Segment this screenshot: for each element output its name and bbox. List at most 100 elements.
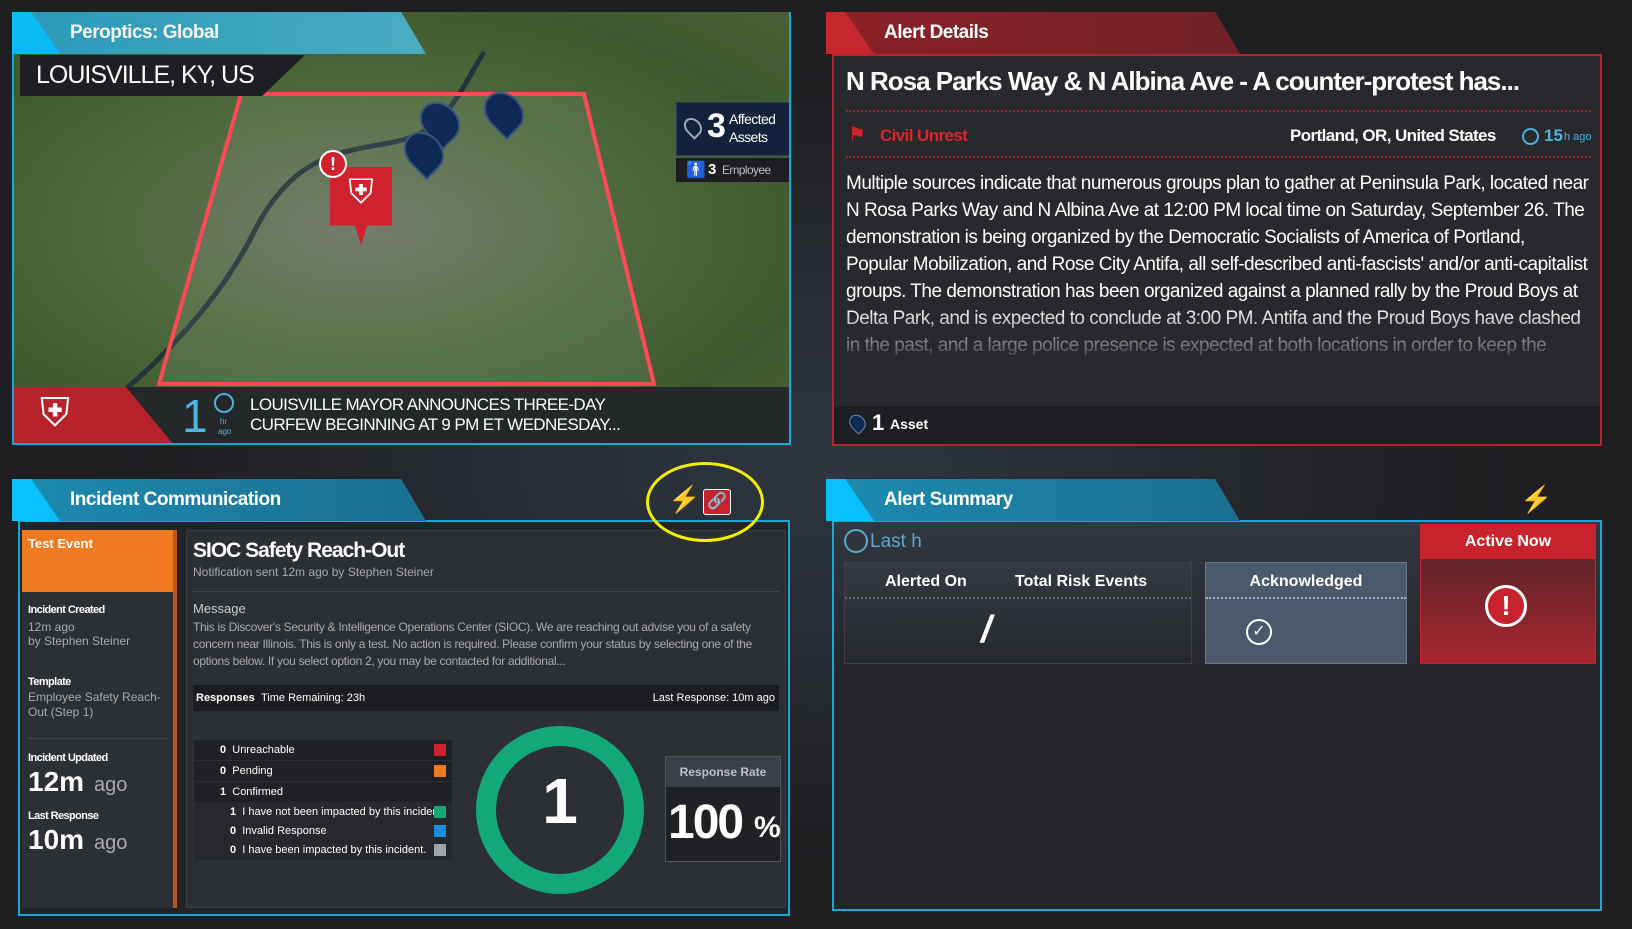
news-time-unit: hr [220, 417, 228, 426]
response-color-swatch [434, 844, 446, 856]
column-header-alerted-on: Alerted On [885, 573, 967, 590]
tab-incident-communication[interactable]: Incident Communication [12, 479, 426, 521]
shield-logo-icon: ⛨ [40, 391, 70, 435]
exclamation-badge-icon: ! [319, 150, 347, 178]
alert-details-panel: N Rosa Parks Way & N Albina Ave - A coun… [832, 54, 1602, 446]
employee-count: 3 [708, 161, 717, 178]
responses-label: Responses [196, 692, 255, 704]
response-rate-value: 100 [668, 796, 744, 849]
location-label: LOUISVILLE, KY, US [20, 55, 305, 96]
label: Template [28, 676, 71, 688]
civil-unrest-icon: ⚑ [848, 124, 866, 146]
response-row[interactable]: 0 Unreachable [194, 740, 452, 760]
response-row[interactable]: 1 I have not been impacted by this incid… [194, 802, 452, 822]
acknowledged-label: Acknowledged [1249, 573, 1363, 590]
asset-label: Asset [890, 416, 929, 432]
affected-label: Assets [729, 129, 768, 145]
response-color-swatch [434, 825, 446, 837]
value: 12m ago [28, 620, 75, 634]
response-count: 0 [230, 825, 237, 837]
donut-value: 1 [542, 765, 578, 837]
news-ticker[interactable]: ⛨ 1 hr ago LOUISVILLE MAYOR ANNOUNCES TH… [14, 387, 789, 443]
response-row[interactable]: 0 I have been impacted by this incident. [194, 840, 452, 860]
responses-bar: Responses Time Remaining: 23h Last Respo… [193, 685, 779, 711]
updated-suffix: ago [94, 774, 128, 796]
response-rate-box: Response Rate 100 % [665, 756, 781, 862]
pin-icon [680, 114, 706, 140]
event-type-badge: Test Event [22, 530, 173, 592]
response-label: Unreachable [232, 744, 295, 756]
notification-sent: Notification sent 12m ago by Stephen Ste… [193, 565, 434, 579]
updated-value: 12m [28, 766, 85, 797]
response-label: I have not been impacted by this inciden… [242, 806, 445, 818]
response-count: 0 [220, 765, 227, 777]
response-row[interactable]: 0 Pending [194, 761, 452, 781]
pin-icon [845, 411, 870, 435]
alert-body: Multiple sources indicate that numerous … [846, 173, 1589, 356]
value: Employee Safety Reach-Out (Step 1) [28, 690, 161, 719]
tab-peroptics-global[interactable]: Peroptics: Global [12, 12, 426, 54]
response-label: I have been impacted by this incident. [242, 844, 427, 856]
response-label: Pending [232, 765, 273, 777]
tab-label: Peroptics: Global [70, 22, 219, 43]
alert-time-unit: h ago [1564, 131, 1592, 143]
incident-panel: Test Event Incident Created 12m ago by S… [18, 520, 790, 916]
employee-label: Employee [722, 163, 771, 177]
label: Last Response [28, 810, 99, 822]
message-label: Message [193, 601, 246, 616]
alert-headline[interactable]: N Rosa Parks Way & N Albina Ave - A coun… [846, 66, 1520, 97]
alert-category: Civil Unrest [880, 126, 968, 145]
time-remaining: Time Remaining: 23h [261, 692, 366, 704]
news-headline: CURFEW BEGINNING AT 9 PM ET WEDNESDAY... [250, 415, 621, 434]
lightning-icon[interactable]: ⚡ [1520, 484, 1552, 515]
alert-location: Portland, OR, United States [1290, 126, 1496, 145]
response-color-swatch [434, 744, 446, 756]
incident-sidebar: Test Event Incident Created 12m ago by S… [22, 530, 177, 908]
time-range[interactable]: Last h [870, 531, 922, 553]
message-text: This is Discover's Security & Intelligen… [193, 620, 752, 668]
response-row[interactable]: 0 Invalid Response [194, 821, 452, 841]
asset-count: 1 [872, 410, 885, 435]
label: Incident Created [28, 604, 105, 616]
clock-icon [214, 393, 234, 413]
alerts-table: Alerted On Total Risk Events / [844, 562, 1192, 664]
news-time: 1 [182, 390, 208, 442]
tab-label: Alert Details [884, 22, 989, 43]
column-header-total-risk-events: Total Risk Events [1015, 573, 1148, 590]
tab-alert-details[interactable]: Alert Details [826, 12, 1240, 54]
alert-exclamation-icon: ! [1485, 585, 1527, 627]
value: by Stephen Steiner [28, 634, 131, 648]
tab-alert-summary[interactable]: Alert Summary [826, 479, 1240, 521]
last-response-suffix: ago [94, 832, 128, 854]
tab-label: Alert Summary [884, 489, 1013, 510]
last-response-value: 10m [28, 824, 85, 855]
clock-icon [844, 529, 868, 553]
acknowledged-box[interactable]: Acknowledged ✓ [1205, 562, 1407, 664]
label: Incident Updated [28, 752, 108, 764]
response-label: Confirmed [232, 786, 283, 798]
asset-footer[interactable]: 1 Asset [834, 406, 1600, 444]
response-count: 0 [230, 844, 237, 856]
affected-label: Affected [729, 111, 776, 127]
clock-icon [1522, 128, 1539, 145]
location-text: LOUISVILLE, KY, US [36, 61, 255, 89]
response-count: 1 [230, 806, 237, 818]
alert-summary-panel: Last h Alerted On Total Risk Events / Ac… [832, 520, 1602, 911]
response-count: 0 [220, 744, 227, 756]
event-type: Test Event [28, 536, 93, 551]
response-color-swatch [434, 806, 446, 818]
annotation-highlight [646, 462, 764, 542]
response-rate-unit: % [754, 811, 781, 844]
affected-assets-badge[interactable]: 3 Affected Assets [676, 102, 789, 156]
check-circle-icon: ✓ [1246, 619, 1272, 645]
person-icon: 🚹 [686, 162, 706, 179]
tab-label: Incident Communication [70, 489, 281, 510]
response-row[interactable]: 1 Confirmed [194, 782, 452, 802]
news-time-suffix: ago [218, 427, 232, 436]
response-rate-label: Response Rate [666, 757, 780, 787]
alert-value: / [981, 609, 992, 651]
employee-count-badge[interactable]: 🚹 3 Employee [676, 158, 789, 182]
active-now-box[interactable]: Active Now ! [1420, 524, 1596, 664]
last-response: Last Response: 10m ago [652, 692, 775, 704]
response-count: 1 [220, 786, 227, 798]
